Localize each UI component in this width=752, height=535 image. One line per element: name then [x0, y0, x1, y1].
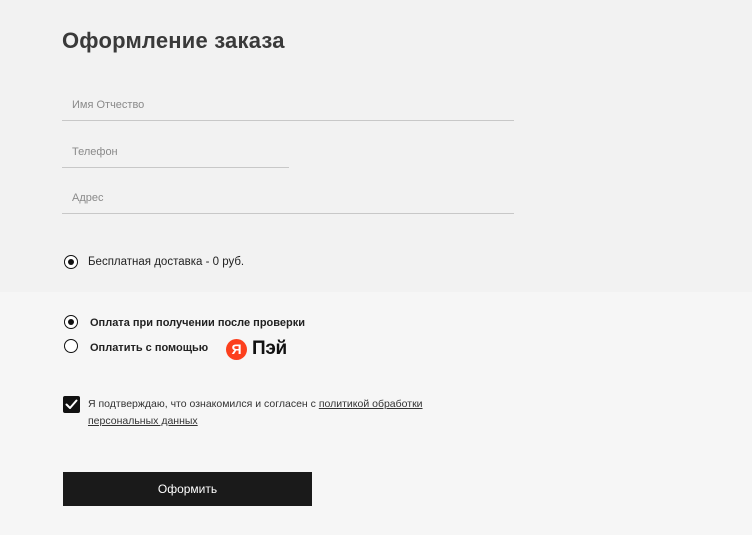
consent-checkbox[interactable]	[63, 396, 80, 413]
phone-field-wrapper	[62, 137, 289, 168]
phone-field[interactable]	[62, 137, 289, 167]
submit-order-button[interactable]: Оформить	[63, 472, 312, 506]
payment-online-radio[interactable]	[64, 339, 78, 353]
page-title: Оформление заказа	[62, 28, 285, 53]
address-field[interactable]	[62, 183, 514, 213]
checkmark-icon	[65, 399, 78, 409]
yandex-pay-logo-mark: Я	[226, 338, 247, 360]
delivery-free-label: Бесплатная доставка - 0 руб.	[88, 256, 245, 268]
payment-online-label: Оплатить с помощью	[90, 342, 209, 354]
address-field-wrapper	[62, 183, 514, 214]
name-field[interactable]	[62, 90, 514, 120]
consent-text: Я подтверждаю, что ознакомился и согласе…	[88, 396, 468, 430]
consent-statement: Я подтверждаю, что ознакомился и согласе…	[88, 398, 319, 410]
payment-on-delivery-label: Оплата при получении после проверки	[90, 317, 305, 329]
yandex-pay-logo: Я Пэй	[226, 338, 287, 360]
name-field-wrapper	[62, 90, 514, 121]
delivery-free-radio[interactable]	[64, 255, 78, 269]
privacy-policy-link[interactable]: политикой обработки	[319, 398, 423, 410]
privacy-policy-link-continued[interactable]: персональных данных	[88, 415, 198, 427]
yandex-pay-logo-text: Пэй	[252, 338, 287, 359]
payment-on-delivery-radio[interactable]	[64, 315, 78, 329]
